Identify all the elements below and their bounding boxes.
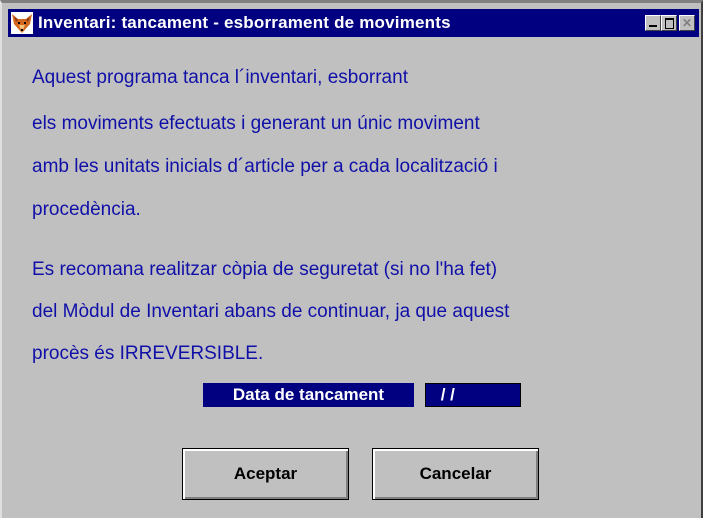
accept-button[interactable]: Aceptar <box>182 448 349 500</box>
minimize-icon[interactable] <box>645 15 661 31</box>
window-title: Inventari: tancament - esborrament de mo… <box>38 13 451 32</box>
message-line: els moviments efectuats i generant un ún… <box>32 113 480 134</box>
closing-date-input[interactable] <box>425 383 521 407</box>
warning-line: del Mòdul de Inventari abans de continua… <box>32 301 510 322</box>
warning-line: Es recomana realitzar còpia de seguretat… <box>32 259 498 280</box>
title-bar[interactable]: Inventari: tancament - esborrament de mo… <box>8 9 699 37</box>
message-line: amb les unitats inicials d´article per a… <box>32 156 498 177</box>
message-line: procedència. <box>32 199 141 220</box>
close-icon[interactable]: ✕ <box>679 15 695 31</box>
closing-date-label: Data de tancament <box>203 383 414 407</box>
message-line: Aquest programa tanca l´inventari, esbor… <box>32 67 408 88</box>
cancel-button[interactable]: Cancelar <box>372 448 539 500</box>
dialog-window: Inventari: tancament - esborrament de mo… <box>0 0 703 518</box>
fox-head-icon[interactable] <box>11 12 33 34</box>
warning-line: procès és IRREVERSIBLE. <box>32 343 264 364</box>
maximize-icon[interactable] <box>661 15 677 31</box>
